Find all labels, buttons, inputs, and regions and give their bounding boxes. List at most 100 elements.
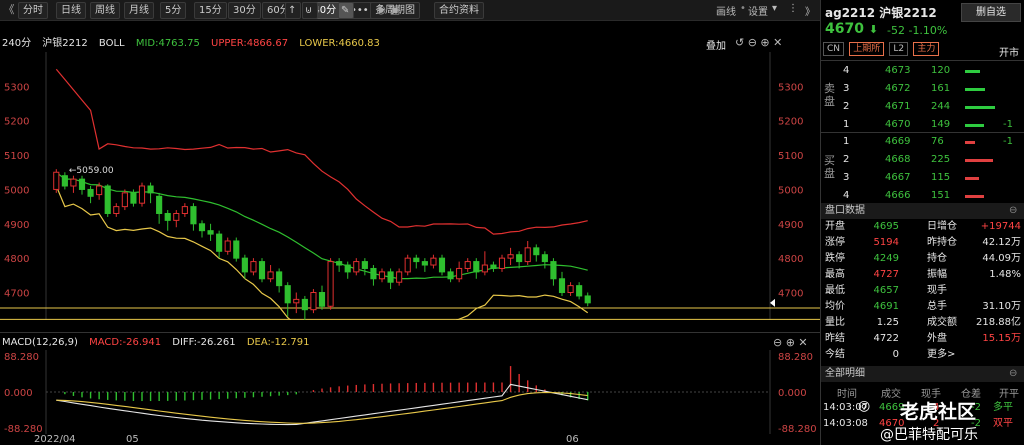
bid-row-3[interactable]: 3 4667 115: [821, 169, 1024, 187]
candlestick-chart[interactable]: 5300 5300 5200 5200 5100 5100 5000 5000 4900 4900…: [0, 52, 820, 320]
period-button-11[interactable]: 合约资料: [434, 2, 484, 19]
candle-body: [258, 261, 266, 280]
more-icon[interactable]: ⋮: [788, 3, 798, 14]
market-value-2: 15.15万: [982, 333, 1021, 344]
quote-change-pct: -1.10%: [908, 24, 948, 37]
camera-icon[interactable]: ▣: [388, 2, 402, 17]
ask-row-2[interactable]: 2 4671 244: [821, 98, 1024, 116]
order-level: 1: [843, 136, 850, 147]
candle-body: [250, 261, 257, 273]
candle-body: [198, 223, 206, 232]
minimize-icon-2[interactable]: ⊖: [1009, 368, 1017, 379]
macd-tool-icons[interactable]: ⊖ ⊕ ✕: [773, 336, 808, 349]
order-volume: 76: [931, 136, 944, 147]
candle-body: [464, 261, 471, 269]
magnet-icon[interactable]: ⊍: [302, 2, 318, 19]
candle-body: [344, 264, 351, 273]
pencil-icon[interactable]: ✎: [338, 2, 354, 19]
indicator-name[interactable]: BOLL: [99, 38, 125, 49]
market-label: 涨停: [825, 237, 845, 248]
bid-row-2[interactable]: 2 4668 225: [821, 151, 1024, 169]
period-button-3[interactable]: 月线: [124, 2, 154, 19]
market-value: 0: [892, 349, 899, 360]
back-icon[interactable]: 《: [2, 2, 16, 17]
candle-body: [53, 171, 60, 190]
market-value: 4695: [873, 221, 899, 232]
minimize-icon[interactable]: ⊖: [1009, 205, 1017, 216]
bid-row-1[interactable]: 1 4669 76 -1: [821, 133, 1024, 151]
volume-bar: [965, 195, 984, 198]
remove-watchlist-button[interactable]: 删自选: [961, 3, 1021, 22]
market-value-2: 42.12万: [982, 237, 1021, 248]
tag-main: 主力: [913, 42, 940, 56]
candle-body: [207, 230, 214, 235]
volume-bar: [965, 141, 975, 144]
candle-body: [318, 292, 326, 307]
candle-body: [164, 212, 171, 221]
period-button-1[interactable]: 日线: [56, 2, 86, 19]
market-value: 4722: [873, 333, 899, 344]
volume-bar: [965, 88, 985, 91]
chart-info-line: 240分 沪银2212 BOLL MID:4763.75 UPPER:4866.…: [2, 37, 388, 51]
arrow-up-icon[interactable]: ↑: [285, 2, 301, 19]
th-time: 时间: [837, 389, 857, 400]
candle-body: [96, 185, 103, 196]
macd-info-line: MACD(12,26,9) MACD:-26.941 DIFF:-26.261 …: [2, 336, 317, 350]
order-level: 2: [843, 101, 850, 112]
settings-link[interactable]: 设置: [748, 3, 768, 18]
quote-code: ag2212: [825, 6, 876, 20]
market-label-2: 持仓: [927, 253, 947, 264]
macd-label-right: 0.000: [778, 388, 807, 399]
candle-body: [498, 257, 506, 269]
market-value: 1.25: [876, 317, 899, 328]
candle-body: [61, 175, 68, 187]
th-price: 成交: [881, 389, 901, 400]
candle-body: [361, 261, 368, 269]
ask-row-3[interactable]: 3 4672 161: [821, 80, 1024, 98]
macd-title[interactable]: MACD(12,26,9): [2, 337, 78, 348]
period-button-4[interactable]: 5分: [160, 2, 187, 19]
volume-bar: [965, 106, 995, 109]
period-button-5[interactable]: 15分: [194, 2, 227, 19]
chevron-down-icon[interactable]: ▾: [772, 3, 777, 14]
price-label-left: 4700: [4, 289, 29, 300]
macd-chart[interactable]: 88.280 88.280 0.000 0.000 -88.280 -88.280: [0, 350, 820, 434]
macd-label-left: 0.000: [4, 388, 33, 399]
candle-body: [421, 261, 428, 266]
candle-body: [267, 271, 274, 280]
candle-body: [456, 267, 463, 280]
market-label: 均价: [825, 301, 845, 312]
candle-body: [156, 195, 163, 214]
market-label-2: 振幅: [927, 269, 947, 280]
market-label-2: 外盘: [927, 333, 947, 344]
candle-body: [130, 192, 137, 204]
eye-icon[interactable]: ◉: [374, 2, 388, 17]
trading-window: 《 分时 日线 周线 月线 5分 15分 30分 60分 240分 ••• 多周期图 合约资料 ↑ ⊍…: [0, 0, 1024, 445]
overlay-label[interactable]: 叠加: [706, 37, 726, 52]
candle-body: [567, 285, 574, 294]
period-button-6[interactable]: 30分: [228, 2, 261, 19]
candle-body: [104, 185, 111, 214]
ask-row-4[interactable]: 4 4673 120: [821, 62, 1024, 80]
collapse-icon[interactable]: 》: [805, 3, 815, 18]
draw-link[interactable]: 画线: [716, 3, 736, 18]
chart-symbol[interactable]: 沪银2212: [42, 38, 87, 49]
volume-bar: [965, 70, 980, 73]
price-label-right: 5100: [778, 151, 803, 162]
panel-divider[interactable]: [0, 332, 820, 333]
order-volume: 161: [931, 83, 951, 94]
market-label-2: 成交额: [927, 317, 957, 328]
candle-body: [370, 267, 377, 280]
market-label: 昨结: [825, 333, 845, 344]
candle-body: [241, 257, 248, 273]
market-value: 5194: [873, 237, 899, 248]
period-button-0[interactable]: 分时: [18, 2, 48, 19]
chart-tool-icons[interactable]: ↺ ⊖ ⊕ ✕: [735, 36, 782, 49]
candle-body: [293, 298, 300, 304]
candle-body: [138, 185, 146, 204]
trade-type: 双平: [993, 418, 1013, 429]
boll-mid: MID:4763.75: [135, 38, 200, 49]
market-value: 4657: [873, 285, 899, 296]
market-row: 最高 4727 振幅 1.48%: [821, 267, 1024, 283]
period-button-2[interactable]: 周线: [90, 2, 120, 19]
